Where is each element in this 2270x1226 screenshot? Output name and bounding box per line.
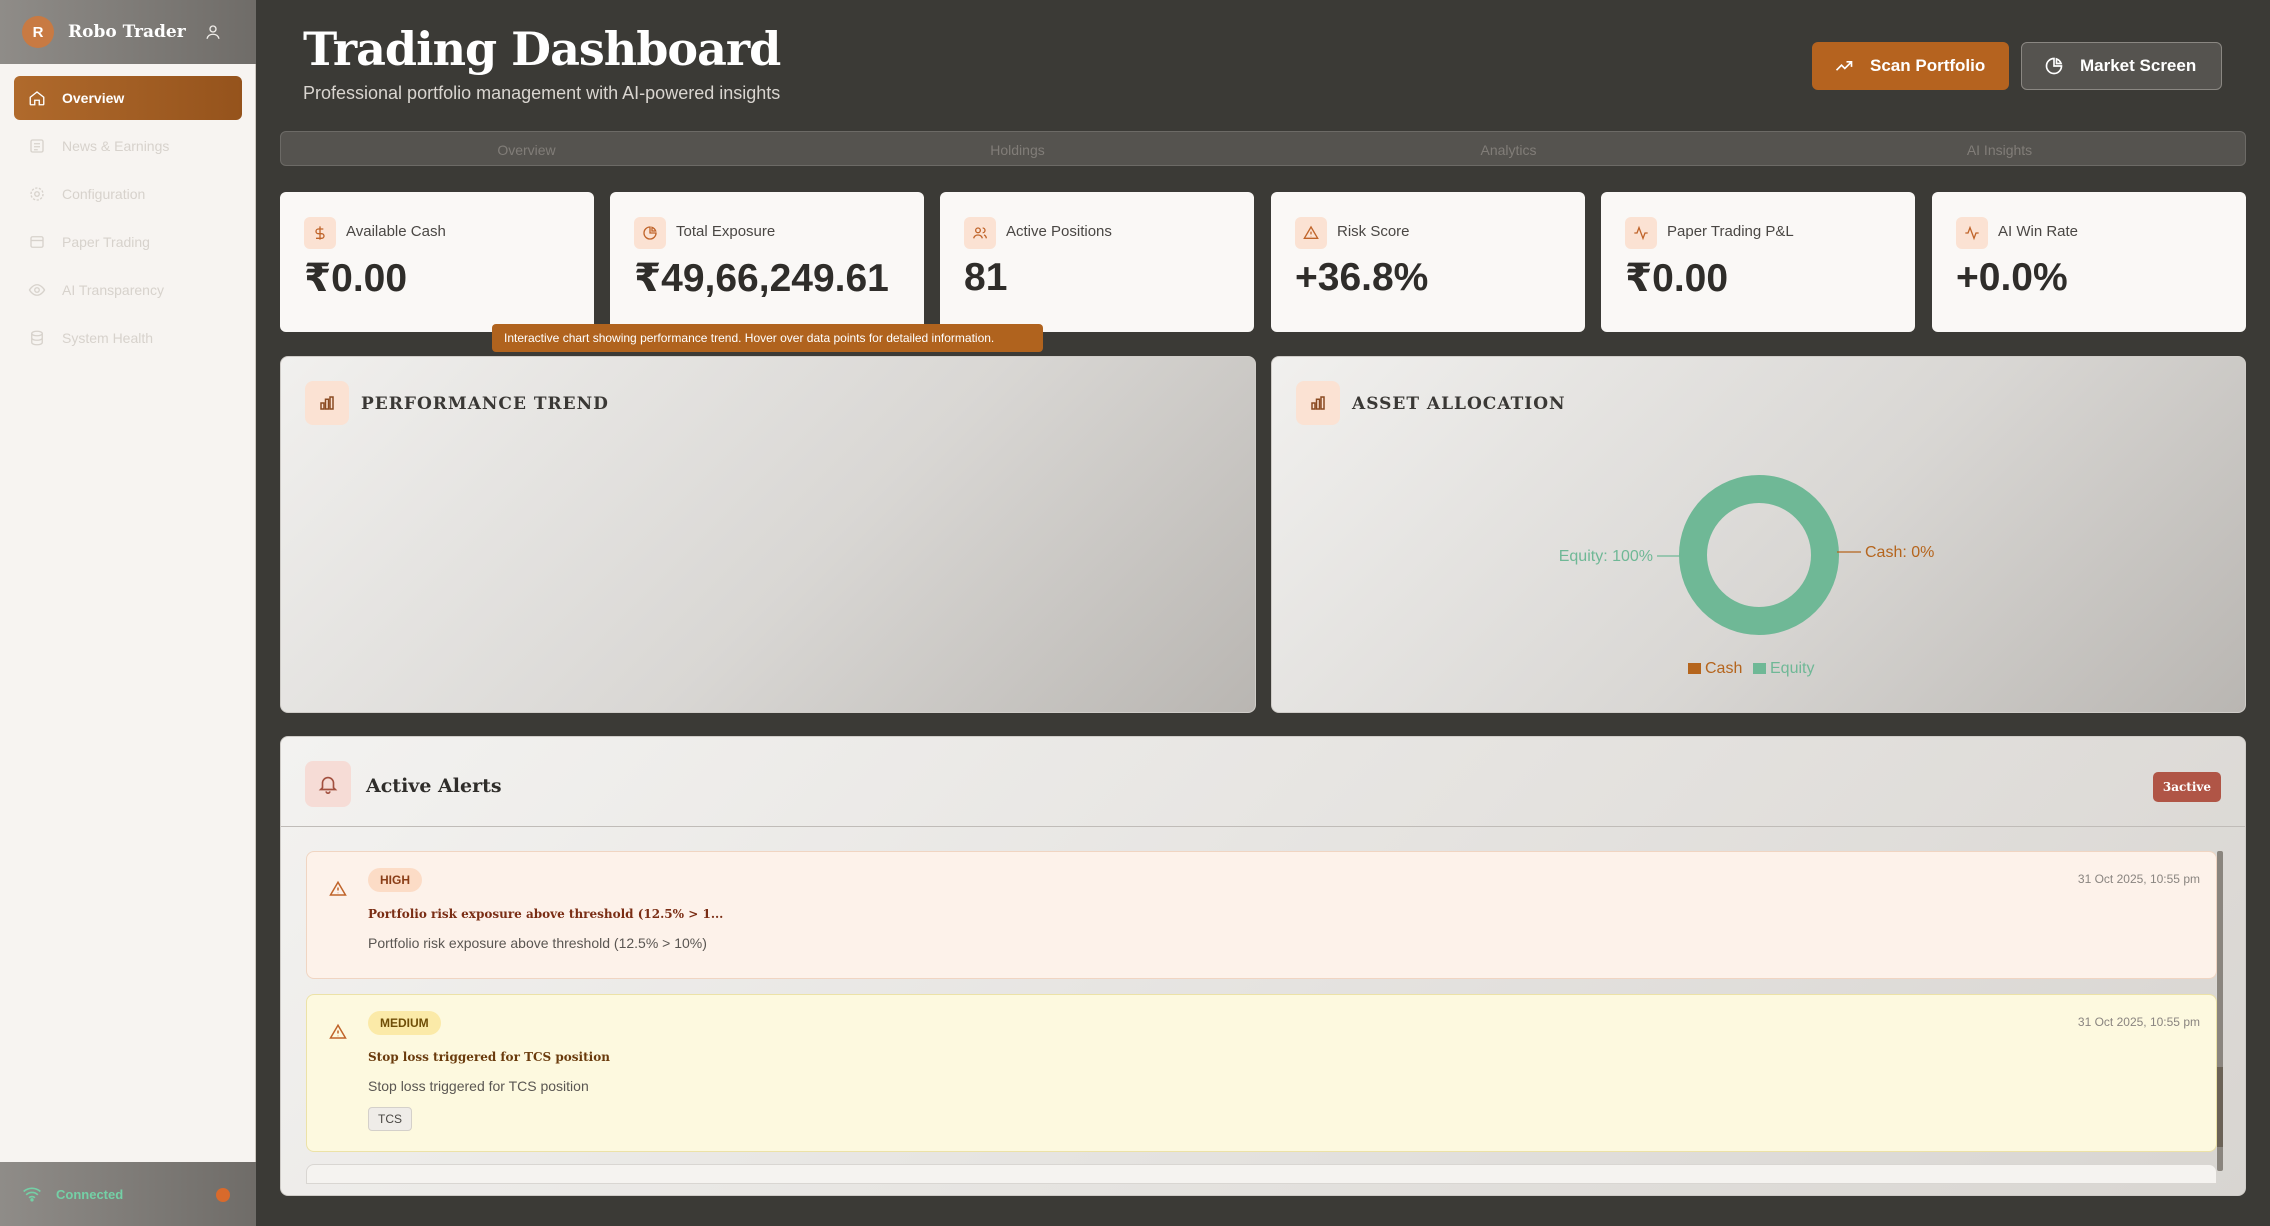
warning-icon <box>329 880 347 898</box>
slice-label-cash: Cash: 0% <box>1865 544 1934 561</box>
tab-analytics[interactable]: Analytics <box>1263 132 1754 165</box>
stat-value: ₹0.00 <box>304 257 408 300</box>
asset-allocation-panel: ASSET ALLOCATION Cash: 0% Equity: 100% Cas… <box>1271 356 2246 713</box>
symbol-tag[interactable]: TCS <box>368 1107 412 1131</box>
performance-trend-panel[interactable]: PERFORMANCE TREND <box>280 356 1256 713</box>
bar-chart-icon <box>305 381 349 425</box>
eye-icon <box>28 281 46 299</box>
database-icon <box>28 329 46 347</box>
scan-portfolio-button[interactable]: Scan Portfolio <box>1812 42 2009 90</box>
tab-holdings[interactable]: Holdings <box>772 132 1263 165</box>
pie-chart-icon <box>2044 56 2064 76</box>
activity-icon <box>1956 217 1988 249</box>
legend-item-cash[interactable]: Cash <box>1705 660 1742 677</box>
stat-card-available-cash: Available Cash ₹0.00 <box>280 192 594 332</box>
stat-label: Paper Trading P&L <box>1667 223 1794 240</box>
slice-label-equity: Equity: 100% <box>1559 548 1653 565</box>
stat-label: Total Exposure <box>676 223 776 240</box>
stat-value: +36.8% <box>1295 256 1429 299</box>
sidebar-item-label: System Health <box>62 330 154 346</box>
sidebar-item-label: AI Transparency <box>62 282 164 298</box>
stat-card-total-exposure: Total Exposure ₹49,66,249.61 <box>610 192 924 332</box>
status-dot <box>216 1188 230 1202</box>
sidebar-header: R Robo Trader <box>0 0 256 64</box>
users-icon <box>964 217 996 249</box>
alert-message: Portfolio risk exposure above threshold … <box>368 935 707 951</box>
sidebar-item-label: Configuration <box>62 186 146 202</box>
sidebar-item-configuration[interactable]: Configuration <box>14 172 242 216</box>
sidebar-item-label: Paper Trading <box>62 234 150 250</box>
warning-icon <box>1295 217 1327 249</box>
dollar-icon <box>304 217 336 249</box>
gear-icon <box>28 185 46 203</box>
tab-overview[interactable]: Overview <box>281 132 772 165</box>
warning-icon <box>329 1023 347 1041</box>
sidebar-item-news-earnings[interactable]: News & Earnings <box>14 124 242 168</box>
legend-swatch-cash <box>1688 663 1701 674</box>
sidebar-item-system-health[interactable]: System Health <box>14 316 242 360</box>
severity-badge: MEDIUM <box>368 1011 441 1035</box>
document-icon <box>28 233 46 251</box>
legend-item-equity[interactable]: Equity <box>1770 660 1814 677</box>
stat-value: ₹49,66,249.61 <box>634 257 889 300</box>
stat-label: Active Positions <box>1006 223 1112 240</box>
sidebar-item-paper-trading[interactable]: Paper Trading <box>14 220 242 264</box>
legend-swatch-equity <box>1753 663 1766 674</box>
wifi-icon <box>22 1186 42 1202</box>
page-subtitle: Professional portfolio management with A… <box>303 83 781 103</box>
stat-label: AI Win Rate <box>1998 223 2079 240</box>
stat-value: 81 <box>964 256 1008 299</box>
alert-title: Stop loss triggered for TCS position <box>368 1050 610 1064</box>
alerts-header: Active Alerts 3active <box>281 737 2245 827</box>
alert-item-partial <box>306 1164 2217 1184</box>
sidebar-item-ai-transparency[interactable]: AI Transparency <box>14 268 242 312</box>
alert-title: Portfolio risk exposure above threshold … <box>368 907 724 921</box>
newspaper-icon <box>28 137 46 155</box>
connection-status: Connected <box>0 1162 256 1226</box>
trending-up-icon <box>1834 56 1854 76</box>
stat-label: Available Cash <box>346 223 446 240</box>
scan-portfolio-label: Scan Portfolio <box>1870 56 1986 75</box>
alert-item-high[interactable]: HIGH 31 Oct 2025, 10:55 pm Portfolio ris… <box>306 851 2217 979</box>
sidebar-nav: Overview News & Earnings Configuration P… <box>14 76 242 364</box>
pie-slice-equity[interactable] <box>1679 475 1839 635</box>
stat-value: +0.0% <box>1956 256 2068 299</box>
stat-card-paper-trading-pnl: Paper Trading P&L ₹0.00 <box>1601 192 1915 332</box>
pie-icon <box>634 217 666 249</box>
market-screen-button[interactable]: Market Screen <box>2021 42 2222 90</box>
performance-trend-title: PERFORMANCE TREND <box>361 394 609 414</box>
avatar[interactable]: R <box>22 16 54 48</box>
alert-timestamp: 31 Oct 2025, 10:55 pm <box>2077 1015 2200 1029</box>
user-icon[interactable] <box>204 23 222 41</box>
alert-item-medium[interactable]: MEDIUM 31 Oct 2025, 10:55 pm Stop loss t… <box>306 994 2217 1152</box>
chart-tooltip: Interactive chart showing performance tr… <box>492 324 1043 352</box>
stat-card-active-positions: Active Positions 81 <box>940 192 1254 332</box>
market-screen-label: Market Screen <box>2080 56 2197 75</box>
severity-badge: HIGH <box>368 868 422 892</box>
stat-value: ₹0.00 <box>1625 257 1729 300</box>
sidebar-item-label: Overview <box>62 90 125 106</box>
page-title: Trading Dashboard <box>303 22 781 76</box>
sidebar: R Robo Trader Overview News & Earnings C… <box>0 0 256 1226</box>
alert-message: Stop loss triggered for TCS position <box>368 1078 589 1094</box>
home-icon <box>28 89 46 107</box>
stat-card-ai-win-rate: AI Win Rate +0.0% <box>1932 192 2246 332</box>
alerts-title: Active Alerts <box>366 775 502 797</box>
alerts-scroll-thumb[interactable] <box>2217 1067 2223 1147</box>
stat-card-risk-score: Risk Score +36.8% <box>1271 192 1585 332</box>
sidebar-item-label: News & Earnings <box>62 138 170 154</box>
tab-bar: Overview Holdings Analytics AI Insights <box>280 131 2246 166</box>
alert-timestamp: 31 Oct 2025, 10:55 pm <box>2077 872 2200 886</box>
tab-ai-insights[interactable]: AI Insights <box>1754 132 2245 165</box>
stat-label: Risk Score <box>1337 223 1410 240</box>
active-alerts-panel: Active Alerts 3active HIGH 31 Oct 2025, … <box>280 736 2246 1196</box>
sidebar-item-overview[interactable]: Overview <box>14 76 242 120</box>
active-count-badge: 3active <box>2152 772 2221 802</box>
connection-label: Connected <box>56 1186 124 1202</box>
asset-allocation-chart[interactable]: Cash: 0% Equity: 100% Cash Equity <box>1272 357 2247 714</box>
app-name: Robo Trader <box>68 22 186 42</box>
bell-icon <box>305 761 351 807</box>
activity-icon <box>1625 217 1657 249</box>
